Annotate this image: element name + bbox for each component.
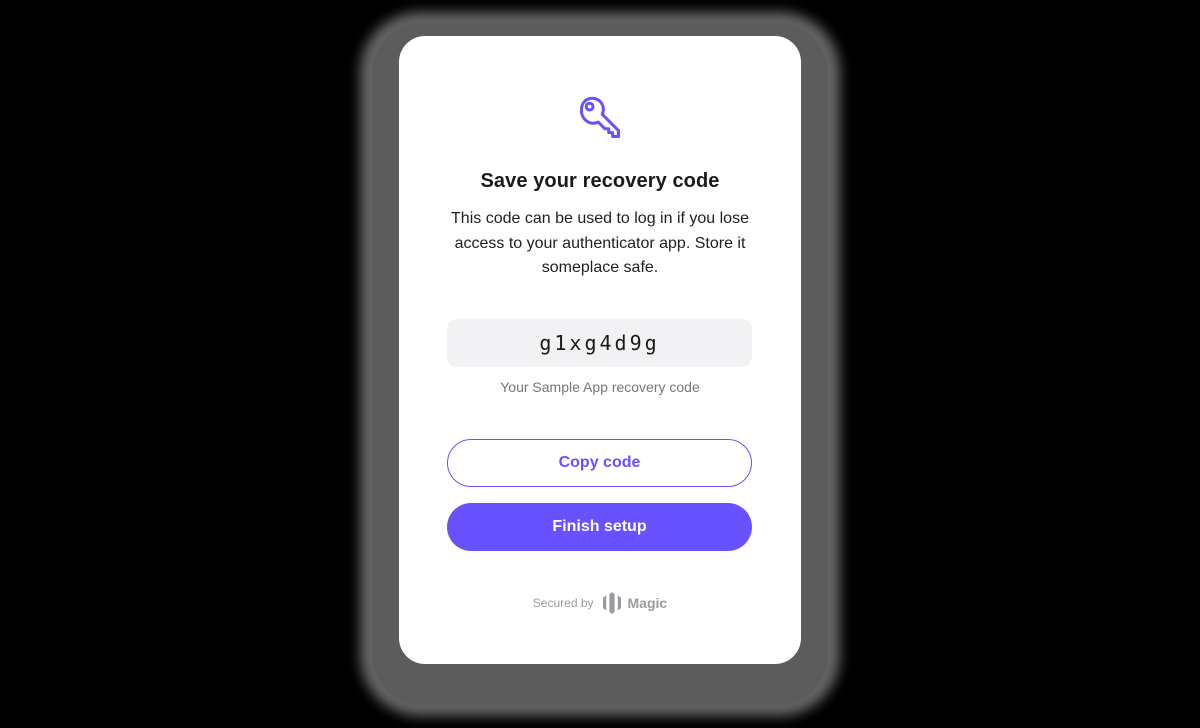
secured-by-footer: Secured by Magic [399,592,801,614]
recovery-code-caption: Your Sample App recovery code [500,379,700,395]
recovery-code-dialog: Save your recovery code This code can be… [399,36,801,664]
dialog-description: This code can be used to log in if you l… [451,210,749,276]
dialog-title: Save your recovery code [480,170,720,192]
copy-code-button[interactable]: Copy code [447,439,752,487]
secured-by-label: Secured by [532,596,594,610]
key-icon [579,96,620,138]
magic-brand-name: Magic [627,595,668,611]
recovery-code-box[interactable]: g1xg4d9g [447,319,752,367]
magic-logo-icon [602,592,621,614]
finish-setup-button[interactable]: Finish setup [447,503,752,551]
recovery-code-value[interactable]: g1xg4d9g [539,331,659,355]
